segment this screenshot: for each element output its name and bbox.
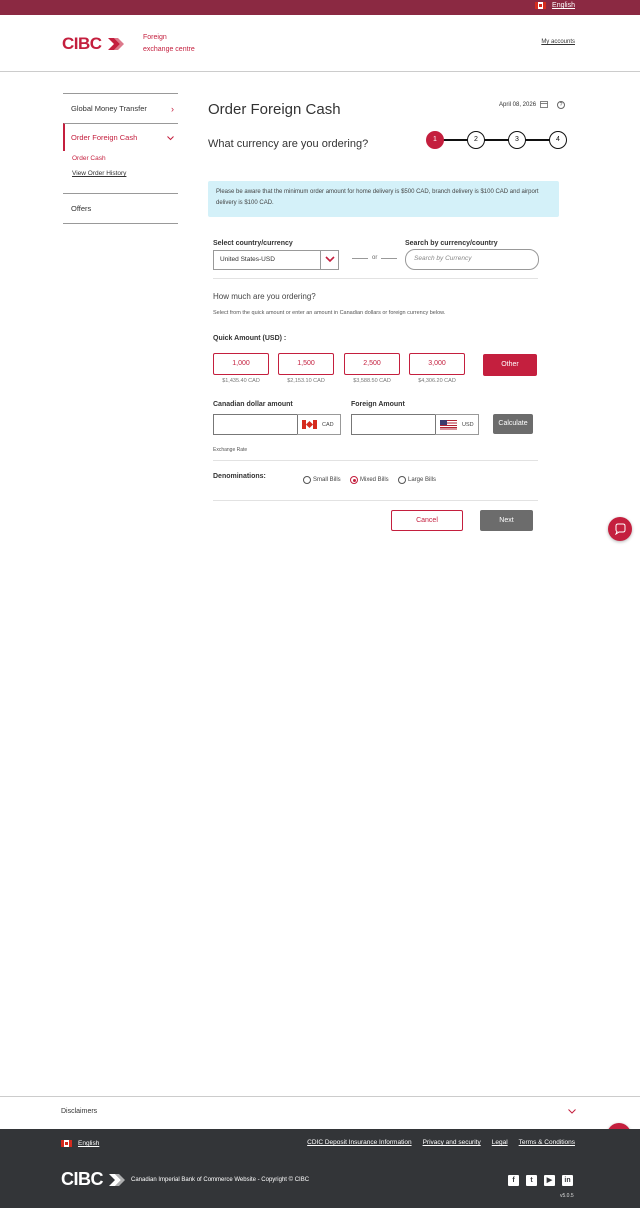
cibc-mark-icon bbox=[104, 38, 124, 50]
footer-link-privacy[interactable]: Privacy and security bbox=[423, 1139, 481, 1146]
canada-flag-icon bbox=[61, 1140, 72, 1147]
footer-link-legal[interactable]: Legal bbox=[492, 1139, 508, 1146]
minimum-order-notice: Please be aware that the minimum order a… bbox=[208, 181, 559, 217]
foreign-amount-input[interactable] bbox=[351, 414, 436, 435]
canada-flag-icon bbox=[302, 420, 317, 429]
step-1: 1 bbox=[426, 131, 444, 149]
step-4: 4 bbox=[549, 131, 567, 149]
foreign-amount-label: Foreign Amount bbox=[351, 401, 405, 408]
cad-amount-input[interactable] bbox=[213, 414, 298, 435]
radio-button[interactable] bbox=[398, 476, 406, 484]
sidebar-item-view-order-history[interactable]: View Order History bbox=[72, 170, 178, 177]
my-accounts-link[interactable]: My accounts bbox=[541, 39, 575, 45]
or-divider: or bbox=[352, 255, 398, 261]
us-flag-icon bbox=[440, 419, 457, 430]
disclaimers-label: Disclaimers bbox=[61, 1108, 98, 1115]
sidebar-item-offers[interactable]: Offers bbox=[63, 193, 178, 224]
quick-amount-cad: $3,588.50 CAD bbox=[353, 378, 391, 384]
quick-amount-cad: $1,435.40 CAD bbox=[222, 378, 260, 384]
step-2: 2 bbox=[467, 131, 485, 149]
site-name: Foreign exchange centre bbox=[143, 34, 195, 53]
radio-small-bills[interactable]: Small Bills bbox=[303, 476, 341, 484]
site-header: CIBC Foreign exchange centre My accounts bbox=[0, 15, 640, 72]
cibc-mark-icon bbox=[105, 1173, 125, 1186]
how-much-heading: How much are you ordering? bbox=[213, 292, 316, 301]
quick-amount-cad: $2,153.10 CAD bbox=[287, 378, 325, 384]
select-country-label: Select country/currency bbox=[213, 240, 293, 247]
date-display: April 08, 2026 ? bbox=[499, 100, 566, 110]
sidebar-submenu: Order Cash View Order History bbox=[63, 151, 178, 193]
radio-button[interactable] bbox=[303, 476, 311, 484]
radio-button-selected[interactable] bbox=[350, 476, 358, 484]
youtube-icon[interactable]: ▶ bbox=[544, 1175, 555, 1186]
sidebar-item-order-cash[interactable]: Order Cash bbox=[72, 155, 178, 162]
social-links: f t ▶ in bbox=[508, 1175, 573, 1186]
chat-button[interactable] bbox=[608, 517, 632, 541]
exchange-rate-label: Exchange Rate bbox=[213, 447, 248, 453]
usd-currency-tag: USD bbox=[435, 414, 479, 435]
language-selector[interactable]: English bbox=[535, 2, 575, 9]
calculate-button[interactable]: Calculate bbox=[493, 414, 533, 434]
calendar-icon bbox=[540, 100, 548, 110]
radio-large-bills[interactable]: Large Bills bbox=[398, 476, 436, 484]
sidebar: Global Money Transfer › Order Foreign Ca… bbox=[63, 93, 178, 224]
quick-amount-button-1500[interactable]: 1,500 bbox=[278, 353, 334, 375]
version-text: v5.0.5 bbox=[560, 1193, 574, 1199]
chevron-down-icon bbox=[320, 251, 338, 269]
quick-amount-cad: $4,306.20 CAD bbox=[418, 378, 456, 384]
country-currency-select[interactable]: United States-USD bbox=[213, 250, 339, 270]
footer-link-cdic[interactable]: CDIC Deposit Insurance Information bbox=[307, 1139, 411, 1146]
next-button[interactable]: Next bbox=[480, 510, 533, 531]
other-amount-button[interactable]: Other bbox=[483, 354, 537, 376]
cibc-logo[interactable]: CIBC bbox=[62, 34, 124, 54]
facebook-icon[interactable]: f bbox=[508, 1175, 519, 1186]
sidebar-item-global-money-transfer[interactable]: Global Money Transfer › bbox=[63, 93, 178, 123]
logo-text: CIBC bbox=[62, 34, 102, 53]
twitter-icon[interactable]: t bbox=[526, 1175, 537, 1186]
footer-language-selector[interactable]: English bbox=[61, 1140, 99, 1147]
cad-amount-label: Canadian dollar amount bbox=[213, 401, 293, 408]
progress-stepper: 1 2 3 4 bbox=[426, 131, 567, 149]
help-icon[interactable]: ? bbox=[557, 101, 566, 109]
site-footer: English CDIC Deposit Insurance Informati… bbox=[0, 1129, 640, 1208]
footer-cibc-logo[interactable]: CIBC bbox=[61, 1169, 125, 1190]
how-much-description: Select from the quick amount or enter an… bbox=[213, 310, 446, 316]
step-question: What currency are you ordering? bbox=[208, 138, 369, 150]
sidebar-item-order-foreign-cash[interactable]: Order Foreign Cash bbox=[63, 123, 178, 151]
cad-currency-tag: CAD bbox=[297, 414, 341, 435]
linkedin-icon[interactable]: in bbox=[562, 1175, 573, 1186]
chat-icon bbox=[615, 523, 626, 535]
denominations-label: Denominations: bbox=[213, 473, 266, 480]
stepper-line bbox=[435, 139, 558, 141]
chevron-down-icon bbox=[167, 133, 174, 143]
quick-amount-button-2500[interactable]: 2,500 bbox=[344, 353, 400, 375]
divider bbox=[213, 278, 538, 279]
footer-link-terms[interactable]: Terms & Conditions bbox=[519, 1139, 575, 1146]
top-bar: English bbox=[0, 0, 640, 15]
divider bbox=[213, 500, 538, 501]
copyright-text: Canadian Imperial Bank of Commerce Websi… bbox=[131, 1177, 310, 1183]
radio-mixed-bills[interactable]: Mixed Bills bbox=[350, 476, 389, 484]
footer-links: CDIC Deposit Insurance Information Priva… bbox=[307, 1139, 575, 1146]
chevron-down-icon bbox=[568, 1109, 576, 1114]
language-link[interactable]: English bbox=[552, 2, 575, 9]
canada-flag-icon bbox=[535, 2, 547, 9]
quick-amount-label: Quick Amount (USD) : bbox=[213, 335, 287, 342]
quick-amount-button-3000[interactable]: 3,000 bbox=[409, 353, 465, 375]
page-title: Order Foreign Cash bbox=[208, 101, 341, 118]
search-label: Search by currency/country bbox=[405, 240, 498, 247]
cancel-button[interactable]: Cancel bbox=[391, 510, 463, 531]
divider bbox=[213, 460, 538, 461]
disclaimers-bar[interactable]: Disclaimers bbox=[0, 1096, 640, 1129]
currency-search-input[interactable]: Search by Currency bbox=[405, 249, 539, 270]
quick-amount-button-1000[interactable]: 1,000 bbox=[213, 353, 269, 375]
chevron-right-icon: › bbox=[171, 103, 174, 114]
step-3: 3 bbox=[508, 131, 526, 149]
